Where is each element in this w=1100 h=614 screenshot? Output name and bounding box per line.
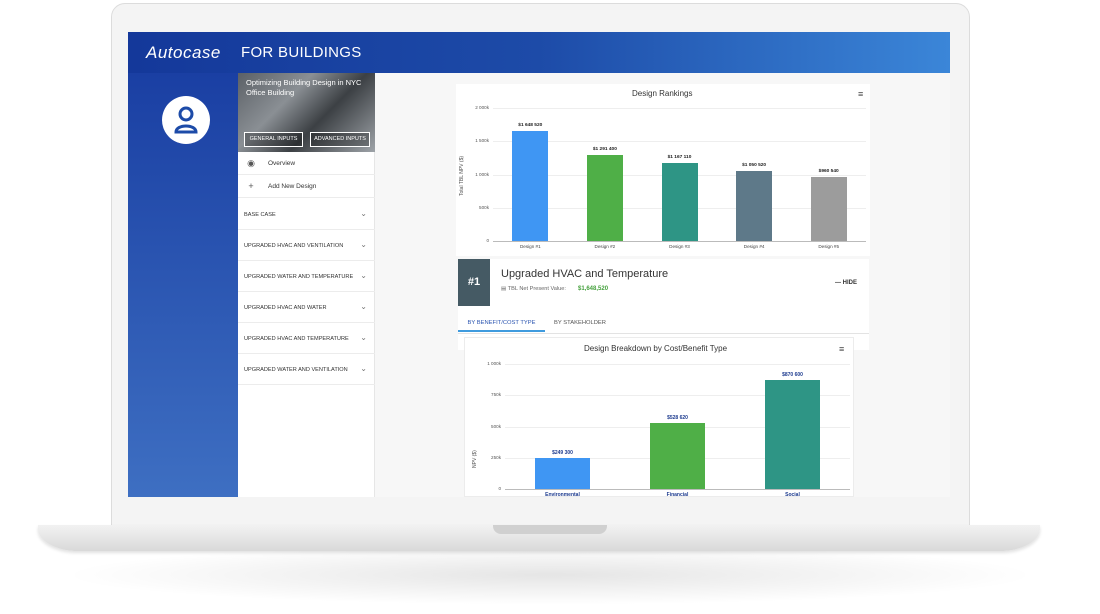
laptop-shadow <box>60 545 1040 605</box>
x-tick-label: Financial <box>666 492 689 497</box>
x-tick-label: Social <box>785 492 800 497</box>
npv-value: $1,648,520 <box>578 286 609 292</box>
advanced-inputs-button[interactable]: ADVANCED INPUTS <box>310 132 370 147</box>
bar-5[interactable] <box>810 177 847 241</box>
x-tick-label: Design #2 <box>594 244 616 249</box>
bar-value-label: $870 600 <box>782 372 803 379</box>
bar-value-label: $960 540 <box>818 169 839 175</box>
bar-value-label: $1 648 520 <box>518 123 543 129</box>
project-panel: Optimizing Building Design in NYC Office… <box>238 73 375 497</box>
bar-2[interactable] <box>586 155 623 241</box>
x-axis-line <box>493 241 866 242</box>
y-tick-label: 500k <box>491 423 501 429</box>
x-tick-label: Design #4 <box>743 244 765 249</box>
section-label: UPGRADED HVAC AND WATER <box>244 305 327 311</box>
section-hvac-water[interactable]: UPGRADED HVAC AND WATER ⌄ <box>238 292 375 323</box>
bar-2[interactable] <box>650 422 705 489</box>
section-label: UPGRADED HVAC AND VENTILATION <box>244 243 344 249</box>
section-water-temperature[interactable]: UPGRADED WATER AND TEMPERATURE ⌄ <box>238 261 375 292</box>
add-design-item[interactable]: + Add New Design <box>238 175 375 198</box>
laptop-notch <box>493 525 607 534</box>
app-logo[interactable]: Autocase <box>146 43 221 63</box>
top-bar: Autocase FOR BUILDINGS <box>128 32 950 73</box>
y-tick-label: 1 000k <box>487 361 501 366</box>
section-hvac-temperature[interactable]: UPGRADED HVAC AND TEMPERATURE ⌄ <box>238 323 375 354</box>
chart-title: Design Breakdown by Cost/Benefit Type <box>584 344 728 353</box>
design-rankings-card: Design Rankings ≡ Total TBL NPV ($) 0 500… <box>456 84 870 256</box>
npv-label-text: TBL Net Present Value: <box>507 286 566 292</box>
bar-4[interactable] <box>736 171 773 241</box>
bar-value-label: $1 291 400 <box>592 147 617 153</box>
project-hero-image: Optimizing Building Design in NYC Office… <box>238 73 375 152</box>
section-label: UPGRADED WATER AND TEMPERATURE <box>244 274 354 280</box>
chart-title: Design Rankings <box>632 89 693 98</box>
x-tick-label: Design #1 <box>519 244 541 249</box>
hide-label: HIDE <box>842 280 858 286</box>
tab-stakeholder[interactable]: BY STAKEHOLDER <box>548 315 612 332</box>
hide-button[interactable]: — HIDE <box>835 280 857 286</box>
bar-3[interactable] <box>765 380 820 489</box>
section-hvac-ventilation[interactable]: UPGRADED HVAC AND VENTILATION ⌄ <box>238 230 375 261</box>
left-nav <box>128 73 238 497</box>
app-title: FOR BUILDINGS <box>241 44 362 61</box>
section-label: BASE CASE <box>244 212 276 218</box>
design-title: Upgraded HVAC and Temperature <box>501 268 669 280</box>
general-inputs-button[interactable]: GENERAL INPUTS <box>244 132 303 147</box>
y-tick-label: 0 <box>498 486 501 491</box>
main-content: Design Rankings ≡ Total TBL NPV ($) 0 500… <box>375 73 950 497</box>
app-screen: Autocase FOR BUILDINGS Optimizing Buildi… <box>128 32 950 497</box>
chart-menu-icon[interactable]: ≡ <box>839 344 844 354</box>
chart-menu-icon[interactable]: ≡ <box>858 89 863 99</box>
plus-icon: + <box>248 181 254 191</box>
bar-1[interactable] <box>512 131 549 241</box>
minus-icon: — <box>835 280 843 286</box>
x-axis-line <box>505 489 850 490</box>
y-tick-label: 1 500k <box>475 138 489 144</box>
x-tick-label: Environmental <box>545 492 580 497</box>
y-tick-label: 2 000k <box>475 105 489 110</box>
chevron-down-icon: ⌄ <box>360 302 367 311</box>
chevron-down-icon: ⌄ <box>360 271 367 280</box>
chevron-down-icon: ⌄ <box>360 240 367 249</box>
bar-3[interactable] <box>661 163 698 241</box>
design-breakdown-card: Design Breakdown by Cost/Benefit Type ≡ … <box>464 337 854 497</box>
y-tick-label: 500k <box>479 204 489 210</box>
y-tick-label: 250k <box>491 454 501 460</box>
y-tick-label: 0 <box>486 238 489 243</box>
add-design-label: Add New Design <box>268 183 317 190</box>
chevron-down-icon: ⌄ <box>360 333 367 342</box>
y-tick-label: 1 000k <box>475 171 489 177</box>
bar-value-label: $1 167 110 <box>667 155 692 161</box>
x-tick-label: Design #3 <box>669 244 690 249</box>
gridline <box>505 364 850 365</box>
avatar[interactable] <box>162 96 210 144</box>
gridline <box>493 108 866 109</box>
compass-icon: ◉ <box>247 158 255 168</box>
section-label: UPGRADED WATER AND VENTILATION <box>244 367 348 373</box>
bar-value-label: $1 050 520 <box>742 163 767 169</box>
bar-1[interactable] <box>535 457 590 489</box>
chevron-down-icon: ⌄ <box>360 364 367 373</box>
x-tick-label: Design #5 <box>818 244 840 249</box>
overview-label: Overview <box>268 160 296 167</box>
project-title: Optimizing Building Design in NYC Office… <box>246 78 362 97</box>
y-tick-label: 750k <box>491 392 501 398</box>
section-base-case[interactable]: BASE CASE ⌄ <box>238 199 375 230</box>
section-label: UPGRADED HVAC AND TEMPERATURE <box>244 336 349 342</box>
tab-benefit-cost[interactable]: BY BENEFIT/COST TYPE <box>458 315 545 332</box>
bar-value-label: $528 620 <box>667 414 688 421</box>
user-icon <box>174 106 198 134</box>
rank-badge: #1 <box>458 259 490 306</box>
chevron-down-icon: ⌄ <box>360 209 367 218</box>
document-icon: ▤ <box>501 286 508 292</box>
bar-value-label: $249 300 <box>552 449 573 456</box>
section-water-ventilation[interactable]: UPGRADED WATER AND VENTILATION ⌄ <box>238 354 375 385</box>
overview-item[interactable]: ◉ Overview <box>238 152 375 175</box>
tabs-divider <box>458 333 869 334</box>
npv-label: ▤ TBL Net Present Value: <box>501 286 566 292</box>
gridline <box>493 141 866 143</box>
